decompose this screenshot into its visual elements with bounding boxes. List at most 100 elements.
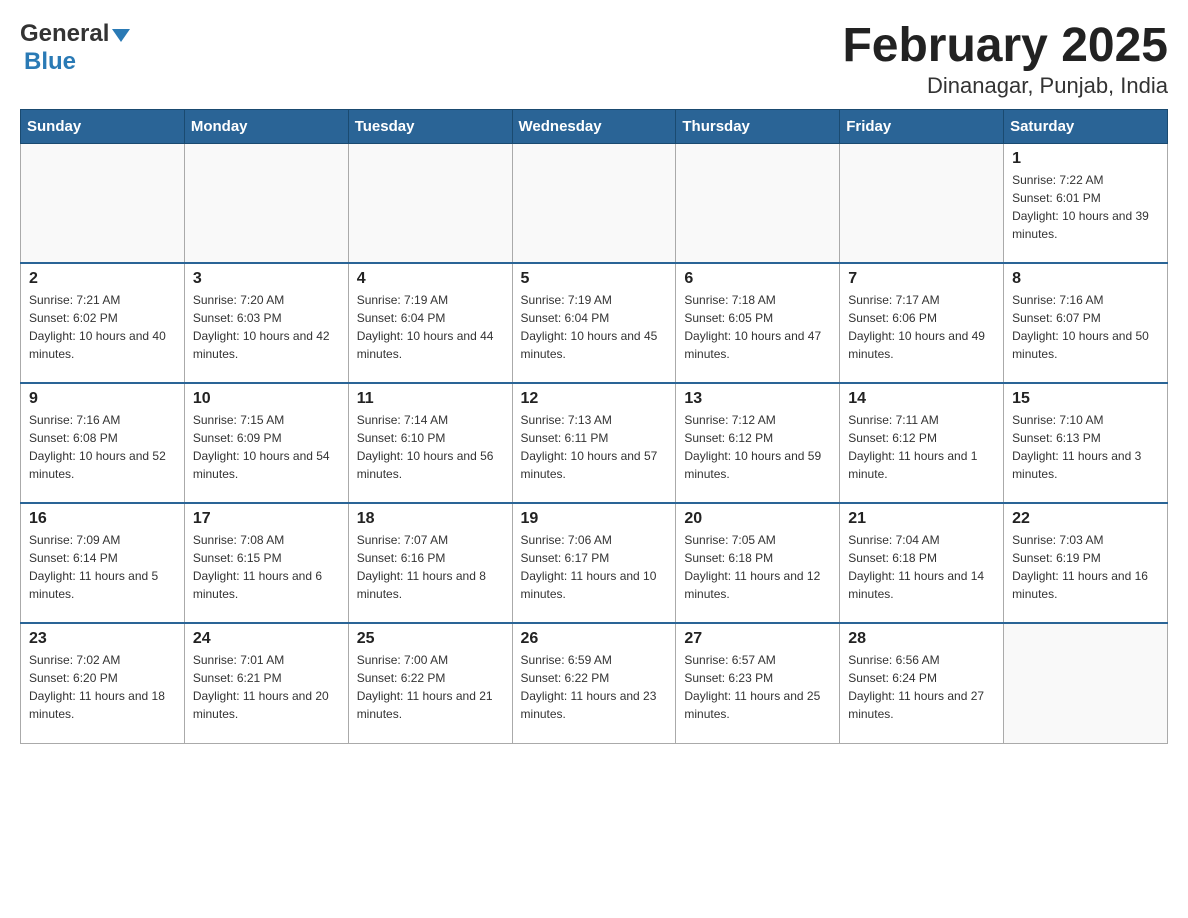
day-info: Sunrise: 7:06 AMSunset: 6:17 PMDaylight:… bbox=[521, 531, 668, 603]
calendar-cell: 9 Sunrise: 7:16 AMSunset: 6:08 PMDaylight… bbox=[21, 383, 185, 503]
day-info: Sunrise: 7:14 AMSunset: 6:10 PMDaylight:… bbox=[357, 411, 504, 483]
day-info: Sunrise: 7:02 AMSunset: 6:20 PMDaylight:… bbox=[29, 651, 176, 723]
day-number: 28 bbox=[848, 630, 995, 648]
day-number: 22 bbox=[1012, 510, 1159, 528]
calendar-cell: 23 Sunrise: 7:02 AMSunset: 6:20 PMDayligh… bbox=[21, 623, 185, 743]
day-info: Sunrise: 7:19 AMSunset: 6:04 PMDaylight:… bbox=[357, 291, 504, 363]
day-number: 1 bbox=[1012, 150, 1159, 168]
calendar-cell: 24Sunrise: 7:01 AMSunset: 6:21 PMDayligh… bbox=[184, 623, 348, 743]
calendar-cell: 14 Sunrise: 7:11 AMSunset: 6:12 PMDayligh… bbox=[840, 383, 1004, 503]
calendar-cell: 26 Sunrise: 6:59 AMSunset: 6:22 PMDayligh… bbox=[512, 623, 676, 743]
calendar-cell bbox=[21, 143, 185, 263]
calendar-cell bbox=[840, 143, 1004, 263]
day-info: Sunrise: 7:18 AMSunset: 6:05 PMDaylight:… bbox=[684, 291, 831, 363]
day-number: 9 bbox=[29, 390, 176, 408]
logo-general-text: General bbox=[20, 20, 109, 48]
calendar-cell: 16 Sunrise: 7:09 AMSunset: 6:14 PMDayligh… bbox=[21, 503, 185, 623]
day-info: Sunrise: 7:11 AMSunset: 6:12 PMDaylight:… bbox=[848, 411, 995, 483]
day-info: Sunrise: 7:16 AMSunset: 6:07 PMDaylight:… bbox=[1012, 291, 1159, 363]
day-info: Sunrise: 7:00 AMSunset: 6:22 PMDaylight:… bbox=[357, 651, 504, 723]
header-tuesday: Tuesday bbox=[348, 109, 512, 143]
calendar-cell: 7 Sunrise: 7:17 AMSunset: 6:06 PMDaylight… bbox=[840, 263, 1004, 383]
calendar-cell: 27 Sunrise: 6:57 AMSunset: 6:23 PMDayligh… bbox=[676, 623, 840, 743]
day-info: Sunrise: 7:08 AMSunset: 6:15 PMDaylight:… bbox=[193, 531, 340, 603]
day-number: 23 bbox=[29, 630, 176, 648]
calendar-cell: 3 Sunrise: 7:20 AMSunset: 6:03 PMDaylight… bbox=[184, 263, 348, 383]
calendar-cell: 17 Sunrise: 7:08 AMSunset: 6:15 PMDayligh… bbox=[184, 503, 348, 623]
calendar-cell: 21Sunrise: 7:04 AMSunset: 6:18 PMDayligh… bbox=[840, 503, 1004, 623]
page-header: General Blue February 2025 Dinanagar, Pu… bbox=[20, 20, 1168, 99]
day-number: 18 bbox=[357, 510, 504, 528]
day-info: Sunrise: 7:17 AMSunset: 6:06 PMDaylight:… bbox=[848, 291, 995, 363]
header-thursday: Thursday bbox=[676, 109, 840, 143]
calendar-cell bbox=[512, 143, 676, 263]
header-monday: Monday bbox=[184, 109, 348, 143]
day-info: Sunrise: 7:12 AMSunset: 6:12 PMDaylight:… bbox=[684, 411, 831, 483]
calendar-title: February 2025 bbox=[842, 20, 1168, 73]
logo-blue-text: Blue bbox=[24, 48, 76, 75]
day-info: Sunrise: 7:10 AMSunset: 6:13 PMDaylight:… bbox=[1012, 411, 1159, 483]
day-info: Sunrise: 7:09 AMSunset: 6:14 PMDaylight:… bbox=[29, 531, 176, 603]
calendar-cell: 4 Sunrise: 7:19 AMSunset: 6:04 PMDaylight… bbox=[348, 263, 512, 383]
calendar-table: Sunday Monday Tuesday Wednesday Thursday… bbox=[20, 109, 1168, 744]
header-friday: Friday bbox=[840, 109, 1004, 143]
calendar-cell: 22 Sunrise: 7:03 AMSunset: 6:19 PMDayligh… bbox=[1004, 503, 1168, 623]
day-number: 25 bbox=[357, 630, 504, 648]
calendar-cell: 13 Sunrise: 7:12 AMSunset: 6:12 PMDayligh… bbox=[676, 383, 840, 503]
day-info: Sunrise: 7:13 AMSunset: 6:11 PMDaylight:… bbox=[521, 411, 668, 483]
day-info: Sunrise: 7:01 AMSunset: 6:21 PMDaylight:… bbox=[193, 651, 340, 723]
logo: General Blue bbox=[20, 20, 130, 76]
calendar-cell: 2Sunrise: 7:21 AMSunset: 6:02 PMDaylight… bbox=[21, 263, 185, 383]
calendar-cell: 5 Sunrise: 7:19 AMSunset: 6:04 PMDaylight… bbox=[512, 263, 676, 383]
calendar-cell bbox=[676, 143, 840, 263]
day-number: 13 bbox=[684, 390, 831, 408]
week-row-3: 9 Sunrise: 7:16 AMSunset: 6:08 PMDaylight… bbox=[21, 383, 1168, 503]
day-info: Sunrise: 7:16 AMSunset: 6:08 PMDaylight:… bbox=[29, 411, 176, 483]
calendar-cell bbox=[348, 143, 512, 263]
day-info: Sunrise: 7:04 AMSunset: 6:18 PMDaylight:… bbox=[848, 531, 995, 603]
day-number: 27 bbox=[684, 630, 831, 648]
calendar-cell: 11 Sunrise: 7:14 AMSunset: 6:10 PMDayligh… bbox=[348, 383, 512, 503]
day-number: 5 bbox=[521, 270, 668, 288]
header-wednesday: Wednesday bbox=[512, 109, 676, 143]
calendar-cell: 15Sunrise: 7:10 AMSunset: 6:13 PMDayligh… bbox=[1004, 383, 1168, 503]
day-number: 7 bbox=[848, 270, 995, 288]
calendar-cell bbox=[184, 143, 348, 263]
day-number: 20 bbox=[684, 510, 831, 528]
calendar-cell: 19 Sunrise: 7:06 AMSunset: 6:17 PMDayligh… bbox=[512, 503, 676, 623]
week-row-1: 1 Sunrise: 7:22 AMSunset: 6:01 PMDaylight… bbox=[21, 143, 1168, 263]
day-number: 14 bbox=[848, 390, 995, 408]
day-info: Sunrise: 7:07 AMSunset: 6:16 PMDaylight:… bbox=[357, 531, 504, 603]
day-info: Sunrise: 7:05 AMSunset: 6:18 PMDaylight:… bbox=[684, 531, 831, 603]
day-info: Sunrise: 7:22 AMSunset: 6:01 PMDaylight:… bbox=[1012, 171, 1159, 243]
day-info: Sunrise: 7:15 AMSunset: 6:09 PMDaylight:… bbox=[193, 411, 340, 483]
calendar-cell: 6 Sunrise: 7:18 AMSunset: 6:05 PMDaylight… bbox=[676, 263, 840, 383]
day-info: Sunrise: 6:57 AMSunset: 6:23 PMDaylight:… bbox=[684, 651, 831, 723]
day-info: Sunrise: 7:20 AMSunset: 6:03 PMDaylight:… bbox=[193, 291, 340, 363]
header-sunday: Sunday bbox=[21, 109, 185, 143]
day-number: 16 bbox=[29, 510, 176, 528]
day-number: 4 bbox=[357, 270, 504, 288]
weekday-header-row: Sunday Monday Tuesday Wednesday Thursday… bbox=[21, 109, 1168, 143]
calendar-cell bbox=[1004, 623, 1168, 743]
day-number: 6 bbox=[684, 270, 831, 288]
day-number: 11 bbox=[357, 390, 504, 408]
day-number: 12 bbox=[521, 390, 668, 408]
week-row-5: 23 Sunrise: 7:02 AMSunset: 6:20 PMDayligh… bbox=[21, 623, 1168, 743]
day-info: Sunrise: 6:59 AMSunset: 6:22 PMDaylight:… bbox=[521, 651, 668, 723]
header-saturday: Saturday bbox=[1004, 109, 1168, 143]
day-number: 3 bbox=[193, 270, 340, 288]
day-number: 2 bbox=[29, 270, 176, 288]
day-number: 26 bbox=[521, 630, 668, 648]
day-info: Sunrise: 7:19 AMSunset: 6:04 PMDaylight:… bbox=[521, 291, 668, 363]
calendar-cell: 20 Sunrise: 7:05 AMSunset: 6:18 PMDayligh… bbox=[676, 503, 840, 623]
calendar-cell: 18 Sunrise: 7:07 AMSunset: 6:16 PMDayligh… bbox=[348, 503, 512, 623]
calendar-cell: 28Sunrise: 6:56 AMSunset: 6:24 PMDayligh… bbox=[840, 623, 1004, 743]
day-number: 17 bbox=[193, 510, 340, 528]
day-number: 19 bbox=[521, 510, 668, 528]
calendar-cell: 10Sunrise: 7:15 AMSunset: 6:09 PMDayligh… bbox=[184, 383, 348, 503]
calendar-subtitle: Dinanagar, Punjab, India bbox=[842, 73, 1168, 99]
day-info: Sunrise: 7:03 AMSunset: 6:19 PMDaylight:… bbox=[1012, 531, 1159, 603]
calendar-cell: 25 Sunrise: 7:00 AMSunset: 6:22 PMDayligh… bbox=[348, 623, 512, 743]
week-row-2: 2Sunrise: 7:21 AMSunset: 6:02 PMDaylight… bbox=[21, 263, 1168, 383]
